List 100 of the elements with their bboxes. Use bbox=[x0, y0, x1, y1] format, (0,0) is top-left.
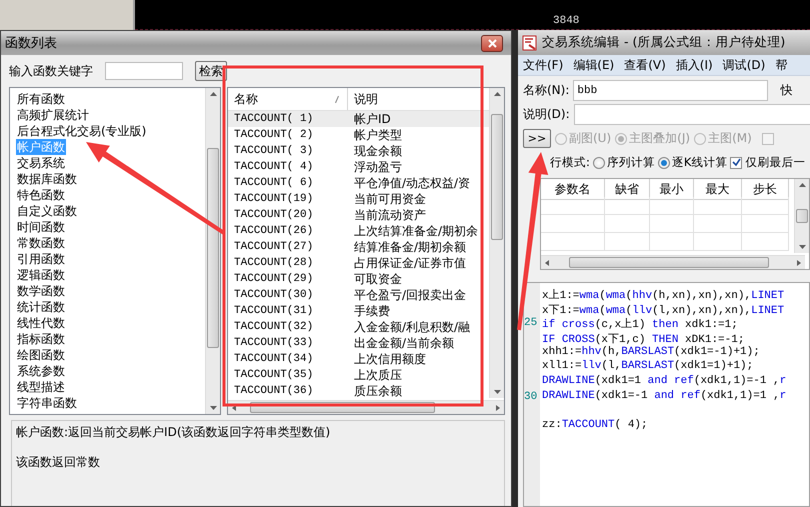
table-row[interactable]: TACCOUNT(34) 上次信用额度 bbox=[228, 351, 489, 367]
table-cell-text: TACCOUNT(35) bbox=[233, 369, 314, 381]
checkbox[interactable] bbox=[762, 132, 774, 144]
table-cell[interactable] bbox=[694, 233, 742, 251]
table-cell[interactable] bbox=[605, 197, 650, 215]
table-cell-text: TACCOUNT( 3) bbox=[233, 145, 314, 157]
code-line: xll1:=llv(l,BARSLAST(xdk1=1)+1); bbox=[542, 360, 754, 374]
category-item[interactable]: 特色函数 bbox=[16, 187, 66, 203]
menu-item[interactable]: 插入(I) bbox=[670, 56, 718, 74]
table-cell[interactable] bbox=[694, 197, 742, 215]
menu-item[interactable]: 编辑(E) bbox=[568, 56, 620, 74]
table-cell-text: 平仓盈亏/回报卖出金 bbox=[353, 286, 466, 304]
column-header[interactable]: 说明 bbox=[348, 88, 378, 110]
description-text: 该函数返回常数 bbox=[16, 454, 101, 470]
table-cell[interactable] bbox=[650, 197, 694, 215]
table-cell[interactable] bbox=[742, 197, 789, 215]
close-icon bbox=[488, 38, 496, 48]
table-cell[interactable] bbox=[541, 197, 605, 215]
table-row[interactable]: TACCOUNT(35) 上次质压 bbox=[228, 367, 489, 383]
code-line: DRAWLINE(xdk1=-1 and ref(xdk1,1)=1 ,r bbox=[542, 390, 786, 404]
description-field[interactable] bbox=[574, 104, 810, 125]
category-item[interactable]: 数据库函数 bbox=[16, 171, 78, 187]
search-button[interactable]: 检索 bbox=[195, 61, 227, 81]
code-line: DRAWLINE(xdk1=1 and ref(xdk1,1)=-1 ,r bbox=[542, 375, 786, 390]
table-cell[interactable] bbox=[742, 215, 789, 233]
category-item[interactable]: 线性代数 bbox=[16, 315, 66, 331]
sort-icon bbox=[335, 96, 339, 102]
vertical-scrollbar[interactable] bbox=[489, 88, 504, 398]
table-row[interactable]: TACCOUNT( 6) 平仓净值/动态权益/资 bbox=[228, 175, 489, 191]
table-cell[interactable] bbox=[541, 233, 605, 251]
scrollbar-thumb[interactable] bbox=[569, 257, 769, 268]
category-item[interactable]: 指标函数 bbox=[16, 331, 66, 347]
menu-item[interactable]: 文件(F) bbox=[518, 56, 568, 74]
table-cell[interactable] bbox=[694, 215, 742, 233]
category-item[interactable]: 系统参数 bbox=[16, 363, 66, 379]
table-row[interactable]: TACCOUNT( 2) 帐户类型 bbox=[228, 127, 489, 143]
table-row[interactable]: TACCOUNT( 1) 帐户ID bbox=[228, 111, 489, 127]
vertical-scrollbar[interactable] bbox=[205, 88, 220, 414]
category-item[interactable]: 自定义函数 bbox=[16, 203, 78, 219]
menu-item[interactable]: 帮 bbox=[770, 56, 792, 74]
name-field[interactable]: bbb bbox=[573, 80, 768, 101]
table-row[interactable]: TACCOUNT( 3) 现金余额 bbox=[228, 143, 489, 159]
table-cell-text: 帐户类型 bbox=[353, 126, 402, 144]
table-cell-text: 结算准备金/期初余额 bbox=[353, 238, 466, 256]
category-item[interactable]: 字符串函数 bbox=[16, 395, 78, 411]
category-item[interactable]: 常数函数 bbox=[16, 235, 66, 251]
category-item[interactable]: 交易系统 bbox=[16, 155, 66, 171]
close-button[interactable] bbox=[481, 34, 503, 52]
table-row[interactable]: TACCOUNT( 4) 浮动盈亏 bbox=[228, 159, 489, 175]
table-row[interactable]: TACCOUNT(29) 可取资金 bbox=[228, 271, 489, 287]
category-item[interactable]: 所有函数 bbox=[16, 91, 66, 107]
vertical-scrollbar[interactable] bbox=[794, 179, 809, 253]
category-item[interactable]: 引用函数 bbox=[16, 251, 66, 267]
search-field[interactable] bbox=[105, 62, 183, 80]
table-cell[interactable] bbox=[605, 233, 650, 251]
table-cell[interactable] bbox=[605, 215, 650, 233]
category-item[interactable]: 线型描述 bbox=[16, 379, 66, 395]
table-row[interactable]: TACCOUNT(26) 上次结算准备金/期初余 bbox=[228, 223, 489, 239]
table-cell[interactable] bbox=[742, 233, 789, 251]
table-row[interactable]: TACCOUNT(32) 入金金额/利息积数/融 bbox=[228, 319, 489, 335]
category-item[interactable]: 时间函数 bbox=[16, 219, 66, 235]
table-cell-text: 占用保证金/证券市值 bbox=[353, 254, 466, 272]
table-row[interactable]: TACCOUNT(19) 当前可用资金 bbox=[228, 191, 489, 207]
horizontal-scrollbar[interactable] bbox=[541, 255, 805, 269]
table-cell[interactable] bbox=[650, 215, 694, 233]
expand-button[interactable]: >> bbox=[523, 129, 551, 148]
table-cell[interactable] bbox=[650, 233, 694, 251]
column-header: 缺省 bbox=[605, 179, 650, 200]
table-row[interactable]: TACCOUNT(27) 结算准备金/期初余额 bbox=[228, 239, 489, 255]
table-cell-text: TACCOUNT(29) bbox=[233, 273, 314, 285]
table-row[interactable]: TACCOUNT(20) 当前流动资产 bbox=[228, 207, 489, 223]
category-item[interactable]: 高频扩展统计 bbox=[16, 107, 90, 123]
code-editor[interactable] bbox=[523, 282, 810, 507]
code-line: zz:TACCOUNT( 4); bbox=[542, 419, 648, 434]
table-row[interactable]: TACCOUNT(31) 手续费 bbox=[228, 303, 489, 319]
checkbox[interactable] bbox=[730, 156, 742, 168]
checkbox-label: 仅刷最后一 bbox=[745, 155, 806, 170]
column-header[interactable]: 名称 bbox=[228, 88, 348, 110]
checkmark-icon bbox=[732, 158, 741, 167]
category-item[interactable]: 后台程式化交易(专业版) bbox=[16, 123, 148, 139]
category-item[interactable]: 逻辑函数 bbox=[16, 267, 66, 283]
line-number: 25 bbox=[524, 317, 538, 330]
table-row[interactable]: TACCOUNT(33) 出金金额/当前余额 bbox=[228, 335, 489, 351]
radio-button[interactable] bbox=[592, 156, 605, 168]
scrollbar-thumb[interactable] bbox=[491, 114, 503, 240]
table-row[interactable]: TACCOUNT(36) 质压余额 bbox=[228, 383, 489, 399]
table-cell-text: 手续费 bbox=[353, 302, 390, 320]
category-item[interactable]: 绘图函数 bbox=[16, 347, 66, 363]
scrollbar-thumb[interactable] bbox=[207, 148, 219, 348]
menu-item[interactable]: 调试(D) bbox=[718, 56, 770, 74]
table-cell-text: 上次结算准备金/期初余 bbox=[353, 222, 478, 240]
category-item[interactable]: 数学函数 bbox=[16, 283, 66, 299]
table-cell[interactable] bbox=[541, 215, 605, 233]
scrollbar-thumb[interactable] bbox=[796, 209, 808, 223]
table-row[interactable]: TACCOUNT(30) 平仓盈亏/回报卖出金 bbox=[228, 287, 489, 303]
description-text: 帐户函数:返回当前交易帐户ID(该函数返回字符串类型数值) bbox=[16, 424, 332, 440]
category-item[interactable]: 统计函数 bbox=[16, 299, 66, 315]
radio-button[interactable] bbox=[658, 156, 670, 168]
menu-item[interactable]: 查看(V) bbox=[619, 56, 671, 74]
table-row[interactable]: TACCOUNT(28) 占用保证金/证券市值 bbox=[228, 255, 489, 271]
